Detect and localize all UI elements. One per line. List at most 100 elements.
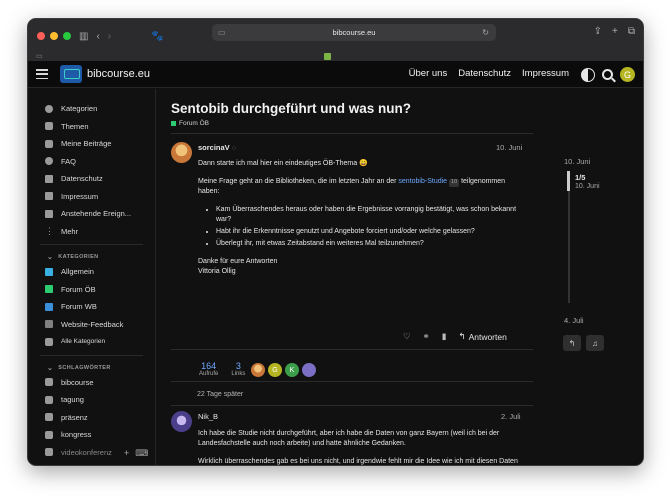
sidebar-item-mehr[interactable]: ⋮ Mehr — [28, 223, 155, 241]
time-gap-label: 22 Tage später — [197, 391, 244, 398]
sidebar-item-faq[interactable]: FAQ — [28, 153, 155, 171]
category-color-swatch — [45, 267, 53, 276]
post-date[interactable]: 2. Juli — [501, 412, 521, 421]
tags-section-header[interactable]: SCHLAGWÖRTER — [28, 362, 155, 374]
timeline-end-date[interactable]: 4. Juli — [564, 316, 584, 325]
categories-section-header[interactable]: KATEGORIEN — [28, 251, 155, 263]
shield-icon: ◌ — [231, 143, 237, 152]
sidebar-item-meine-beitraege[interactable]: Meine Beiträge — [28, 135, 155, 153]
site-logo-icon[interactable] — [60, 65, 82, 83]
post-author[interactable]: Nik_B — [198, 412, 218, 421]
topic-category[interactable]: Forum ÖB — [171, 120, 209, 127]
more-icon: ⋮ — [45, 226, 54, 237]
sidebar-item-impressum[interactable]: Impressum — [28, 188, 155, 206]
topic-main: Sentobib durchgeführt und was nun? Forum… — [157, 89, 643, 465]
bell-icon: ♫ — [592, 338, 598, 348]
post-actions: ♡ ⚭ ▮ ↰ Antworten — [403, 331, 507, 342]
back-icon[interactable]: ‹ — [96, 31, 99, 42]
category-website-feedback[interactable]: Website-Feedback — [28, 316, 155, 334]
site-name[interactable]: bibcourse.eu — [87, 68, 150, 80]
author-avatar[interactable] — [171, 142, 192, 163]
tag-tagung[interactable]: tagung — [28, 391, 155, 409]
links-stat[interactable]: 3 Links — [231, 361, 245, 377]
zoom-window-button[interactable] — [63, 32, 71, 40]
participant-avatar[interactable]: G — [268, 363, 282, 377]
category-forum-wb[interactable]: Forum WB — [28, 298, 155, 316]
sidebar-item-kategorien[interactable]: Kategorien — [28, 100, 155, 118]
reply-button[interactable]: ↰ Antworten — [458, 331, 506, 342]
tab-bar-icon[interactable]: ▭ — [36, 52, 43, 60]
timeline-start-date[interactable]: 10. Juni — [564, 157, 590, 166]
link-icon — [45, 104, 53, 113]
post-body: Ich habe die Studie nicht durchgeführt, … — [198, 429, 528, 465]
tag-icon — [45, 378, 53, 387]
participant-avatar[interactable] — [251, 363, 265, 377]
nav-link-datenschutz[interactable]: Datenschutz — [458, 68, 511, 79]
views-stat: 164 Aufrufe — [199, 361, 219, 377]
post-body: Dann starte ich mal hier ein eindeutiges… — [198, 159, 528, 284]
category-color-swatch — [45, 285, 53, 294]
participant-avatar[interactable] — [302, 363, 316, 377]
participant-avatar[interactable]: K — [285, 363, 299, 377]
category-allgemein[interactable]: Allgemein — [28, 263, 155, 281]
category-color-swatch — [171, 121, 176, 126]
post-paragraph: Ich habe die Studie nicht durchgeführt, … — [198, 430, 500, 447]
sentobib-link[interactable]: sentobib-Studie — [398, 178, 447, 185]
url-text: bibcourse.eu — [332, 28, 376, 37]
tag-praesenz[interactable]: präsenz — [28, 409, 155, 427]
share-icon[interactable]: ⇪ — [594, 26, 602, 37]
link-count-badge: 10 — [449, 178, 460, 187]
tag-icon — [45, 413, 53, 422]
post-date[interactable]: 10. Juni — [496, 143, 522, 152]
forward-icon[interactable]: › — [108, 31, 111, 42]
topic-stats: 164 Aufrufe 3 Links — [199, 361, 245, 377]
timeline-handle[interactable] — [567, 171, 570, 191]
theme-toggle-icon[interactable] — [581, 67, 595, 82]
tab-overview-icon[interactable]: ⧉ — [628, 26, 635, 37]
tag-icon — [45, 395, 53, 404]
hamburger-menu-icon[interactable] — [36, 69, 48, 79]
tag-kongress[interactable]: kongress — [28, 426, 155, 444]
sidebar-item-datenschutz[interactable]: Datenschutz — [28, 170, 155, 188]
paw-icon[interactable]: 🐾 — [151, 31, 163, 42]
keyboard-icon[interactable]: ⌨ — [135, 448, 148, 459]
question-icon — [45, 157, 53, 166]
sidebar-item-events[interactable]: Anstehende Ereign... — [28, 205, 155, 223]
list-item: Habt ihr die Erkenntnisse genutzt und An… — [216, 227, 528, 237]
category-forum-oeb[interactable]: Forum ÖB — [28, 281, 155, 299]
new-tab-icon[interactable]: + — [612, 26, 618, 37]
reload-icon[interactable]: ↻ — [482, 28, 489, 37]
minimize-window-button[interactable] — [50, 32, 58, 40]
reply-topic-button[interactable]: ↰ — [563, 335, 581, 351]
browser-toolbar: ▥ ‹ › 🐾 ▭ bibcourse.eu ↻ ⇪ + ⧉ — [28, 19, 643, 53]
post-author[interactable]: sorcinaV ◌ — [198, 143, 236, 152]
author-avatar[interactable] — [171, 411, 192, 432]
nav-link-ueber-uns[interactable]: Über uns — [409, 68, 448, 79]
page-settings-icon[interactable]: ▭ — [218, 28, 226, 37]
browser-window: ▥ ‹ › 🐾 ▭ bibcourse.eu ↻ ⇪ + ⧉ ▭ bibcour… — [27, 18, 644, 466]
address-bar[interactable]: ▭ bibcourse.eu ↻ — [212, 24, 496, 41]
all-categories-link[interactable]: Alle Kategorien — [28, 333, 155, 351]
reply-arrow-icon: ↰ — [458, 331, 466, 341]
sidebar-item-themen[interactable]: Themen — [28, 118, 155, 136]
copy-link-icon[interactable]: ⚭ — [423, 331, 430, 342]
close-window-button[interactable] — [37, 32, 45, 40]
list-item: Überlegt ihr, mit etwas Zeitabstand ein … — [216, 239, 528, 249]
tag-icon — [45, 448, 53, 457]
bookmark-icon[interactable]: ▮ — [442, 331, 447, 342]
tag-bibcourse[interactable]: bibcourse — [28, 374, 155, 392]
window-controls — [37, 32, 71, 40]
participant-avatars: G K — [251, 363, 316, 377]
post-greeting: Dann starte ich mal hier ein eindeutiges… — [198, 160, 368, 167]
post-paragraph: Wirklich überraschendes gab es bei uns n… — [198, 457, 518, 465]
nav-link-impressum[interactable]: Impressum — [522, 68, 569, 79]
category-color-swatch — [45, 320, 53, 329]
favorite-icon[interactable] — [324, 53, 331, 60]
add-section-icon[interactable]: + — [124, 448, 129, 459]
notification-bell-button[interactable]: ♫ — [586, 335, 604, 351]
tag-icon — [45, 430, 53, 439]
sidebar-toggle-icon[interactable]: ▥ — [79, 31, 88, 42]
user-avatar[interactable]: G — [620, 67, 635, 82]
search-icon[interactable] — [602, 69, 613, 80]
like-heart-icon[interactable]: ♡ — [403, 331, 411, 342]
